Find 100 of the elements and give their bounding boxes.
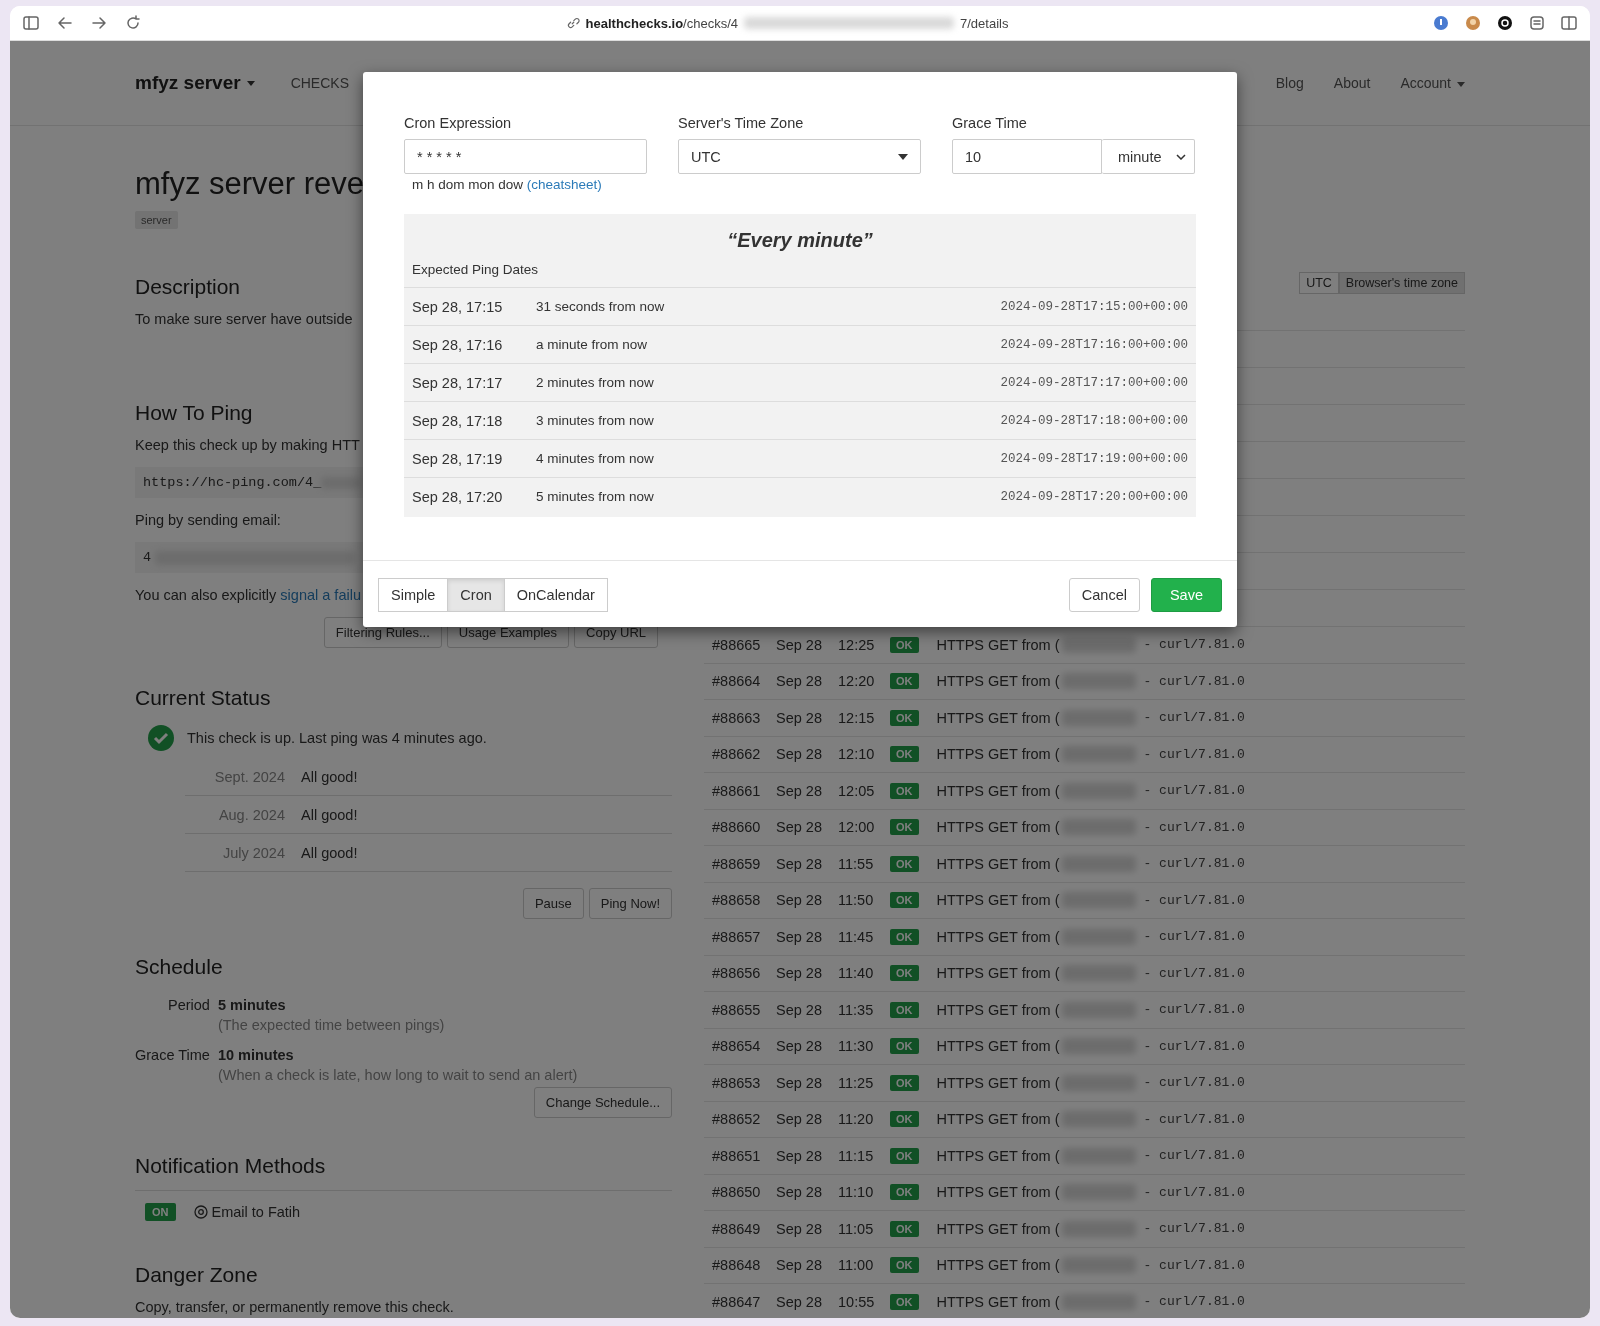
ping-date: Sep 28 <box>776 819 823 836</box>
danger-zone-text: Copy, transfer, or permanently remove this check. <box>135 1299 454 1315</box>
ping-date: Sep 28 <box>776 855 823 872</box>
ping-date: Sep 28 <box>776 1257 823 1274</box>
reader-icon[interactable] <box>1528 14 1546 32</box>
relative-time: 3 minutes from now <box>536 413 655 428</box>
status-badge: OK <box>890 819 919 836</box>
ping-number: #88663 <box>712 709 762 726</box>
ping-time: 11:35 <box>838 1001 875 1018</box>
action-button[interactable]: Ping Now! <box>588 888 672 919</box>
ping-date: Sep 28 <box>776 782 823 799</box>
ping-number: #88651 <box>712 1147 762 1164</box>
link-icon[interactable] <box>565 16 580 30</box>
reload-icon[interactable] <box>124 14 142 32</box>
split-view-icon[interactable] <box>1560 14 1578 32</box>
mode-tab[interactable]: Cron <box>447 578 505 612</box>
check-title: mfyz server reve <box>135 166 365 202</box>
ping-date: Sep 28 <box>776 1293 823 1310</box>
status-badge: OK <box>890 1111 919 1128</box>
mode-tab[interactable]: Simple <box>378 578 449 612</box>
section-heading: Description <box>135 275 241 299</box>
relative-time: 31 seconds from now <box>536 299 666 314</box>
field-hint: m h dom mon dow <box>412 177 525 192</box>
ping-number: #88658 <box>712 892 762 909</box>
timezone-select[interactable]: UTC <box>678 139 921 174</box>
ping-time: 11:50 <box>838 892 875 909</box>
ping-source: HTTPS GET from ( <box>936 855 1060 872</box>
ping-number: #88650 <box>712 1184 762 1201</box>
ping-date: Sep 28 <box>776 1001 823 1018</box>
back-icon[interactable] <box>56 14 74 32</box>
ping-source: HTTPS GET from ( <box>936 1293 1060 1310</box>
sidebar-icon[interactable] <box>22 14 40 32</box>
status-message: This check is up. Last ping was 4 minutes ago. <box>187 730 487 746</box>
ping-time: 11:00 <box>838 1257 875 1274</box>
ping-time: 11:40 <box>838 965 875 982</box>
ping-source: HTTPS GET from ( <box>936 1038 1060 1055</box>
toggle-badge[interactable]: ON <box>145 1203 176 1221</box>
ping-time: 11:55 <box>838 855 875 872</box>
project-menu[interactable]: mfyz server <box>135 72 255 94</box>
account-menu[interactable]: Account <box>1400 75 1465 91</box>
ping-date: Sep 28 <box>776 636 823 653</box>
ping-number: #88660 <box>712 819 762 836</box>
nav-link[interactable]: About <box>1333 75 1371 91</box>
ping-date: Sep 28 <box>776 1147 823 1164</box>
status-badge: OK <box>890 1038 919 1055</box>
schedule-value: 10 minutes <box>217 1047 295 1063</box>
action-button[interactable]: Pause <box>522 888 584 919</box>
caret-icon <box>898 153 908 160</box>
cheatsheet-link[interactable]: (cheatsheet) <box>526 177 602 192</box>
extension-icon[interactable] <box>1496 14 1514 32</box>
ping-time: 12:10 <box>838 746 876 763</box>
timezone-toggle[interactable]: Browser's time zone <box>1338 272 1465 294</box>
status-badge: OK <box>890 1147 919 1164</box>
user-agent: - curl/7.81.0 <box>1143 1002 1245 1018</box>
cron-input[interactable]: * * * * * <box>404 139 647 174</box>
month-label: Aug. 2024 <box>217 806 285 823</box>
section-heading: Schedule <box>135 955 223 979</box>
user-agent: - curl/7.81.0 <box>1143 1038 1245 1054</box>
address-bar-url[interactable]: healthchecks.io/checks/4 <box>585 15 738 31</box>
notification-name: Email to Fatih <box>211 1204 301 1220</box>
status-badge: OK <box>890 892 919 909</box>
ping-time: 12:00 <box>838 819 876 836</box>
ping-date: Sep 28 <box>776 709 823 726</box>
schedule-note: (When a check is late, how long to wait to send an alert) <box>217 1067 579 1083</box>
user-agent: - curl/7.81.0 <box>1143 819 1245 835</box>
user-agent: - curl/7.81.0 <box>1143 783 1245 799</box>
signal-failure-link[interactable]: signal a failu <box>280 587 361 603</box>
user-agent: - curl/7.81.0 <box>1143 1148 1245 1164</box>
ping-number: #88653 <box>712 1074 762 1091</box>
ping-date: Sep 28 <box>776 965 823 982</box>
mode-tab[interactable]: OnCalendar <box>503 578 608 612</box>
timezone-toggle[interactable]: UTC <box>1299 272 1339 294</box>
status-badge: OK <box>890 928 919 945</box>
description-text: To make sure server have outside <box>135 311 353 327</box>
grace-input[interactable]: 10 <box>952 139 1102 174</box>
ping-source: HTTPS GET from ( <box>936 673 1060 690</box>
ping-date: Sep 28 <box>776 1074 823 1091</box>
ping-source: HTTPS GET from ( <box>936 782 1060 799</box>
forward-icon[interactable] <box>90 14 108 32</box>
iso-timestamp: 2024-09-28T17:20:00+00:00 <box>1000 489 1188 504</box>
instruction-text: Ping by sending email: <box>135 512 281 528</box>
status-badge: OK <box>890 782 919 799</box>
cancel-button[interactable]: Cancel <box>1068 578 1140 612</box>
iso-timestamp: 2024-09-28T17:18:00+00:00 <box>1000 413 1188 428</box>
nav-link[interactable]: Blog <box>1275 75 1304 91</box>
ping-source: HTTPS GET from ( <box>936 746 1060 763</box>
nav-link[interactable]: CHECKS <box>290 75 349 91</box>
unit-select[interactable]: minute <box>1102 139 1195 174</box>
change-schedule-button[interactable]: Change Schedule... <box>533 1087 672 1118</box>
user-agent: - curl/7.81.0 <box>1143 710 1245 726</box>
ping-number: #88661 <box>712 782 762 799</box>
user-agent: - curl/7.81.0 <box>1143 637 1245 653</box>
address-bar-url[interactable]: 7/details <box>960 15 1009 31</box>
ping-source: HTTPS GET from ( <box>936 1184 1060 1201</box>
schedule-summary: “Every minute” <box>726 228 874 253</box>
section-heading: Danger Zone <box>135 1263 258 1287</box>
status-badge: OK <box>890 1001 919 1018</box>
save-button[interactable]: Save <box>1150 578 1222 612</box>
ping-time: 11:30 <box>838 1038 875 1055</box>
ping-date: Sep 28 <box>776 928 823 945</box>
